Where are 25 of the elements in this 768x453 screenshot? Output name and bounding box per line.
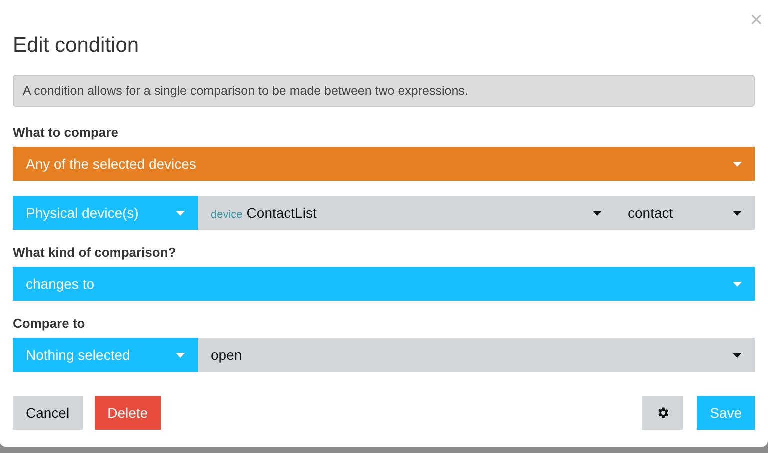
dropdown[interactable]: open [198, 338, 755, 372]
dropdown[interactable]: Physical device(s) [13, 196, 198, 230]
info-message: A condition allows for a single comparison to be made between two expressions. [13, 75, 755, 107]
dropdown[interactable]: changes to [13, 267, 755, 301]
caret-icon [733, 352, 742, 358]
dropdown[interactable]: contact [615, 196, 755, 230]
delete-button[interactable]: Delete [94, 396, 162, 430]
caret-icon [733, 210, 742, 216]
caret-icon [733, 282, 742, 286]
caret-icon [176, 352, 185, 358]
dropdown[interactable]: Any of the selected devices [13, 147, 755, 181]
caret-icon [593, 210, 602, 216]
section-label: What to compare [13, 125, 120, 141]
caret-icon [176, 210, 185, 216]
save-button[interactable]: Save [697, 396, 755, 430]
caret-icon [733, 162, 742, 166]
dropdown[interactable]: device ContactList [198, 196, 615, 230]
section-label: What kind of comparison? [13, 245, 178, 261]
settings-button[interactable] [642, 396, 684, 430]
cancel-button[interactable]: Cancel [13, 396, 83, 430]
settings-icon [656, 406, 670, 420]
dialog-title: Edit condition [13, 33, 140, 59]
dropdown[interactable]: Nothing selected [13, 338, 198, 372]
section-label: Compare to [13, 316, 86, 332]
close-button[interactable]: × [750, 10, 763, 30]
